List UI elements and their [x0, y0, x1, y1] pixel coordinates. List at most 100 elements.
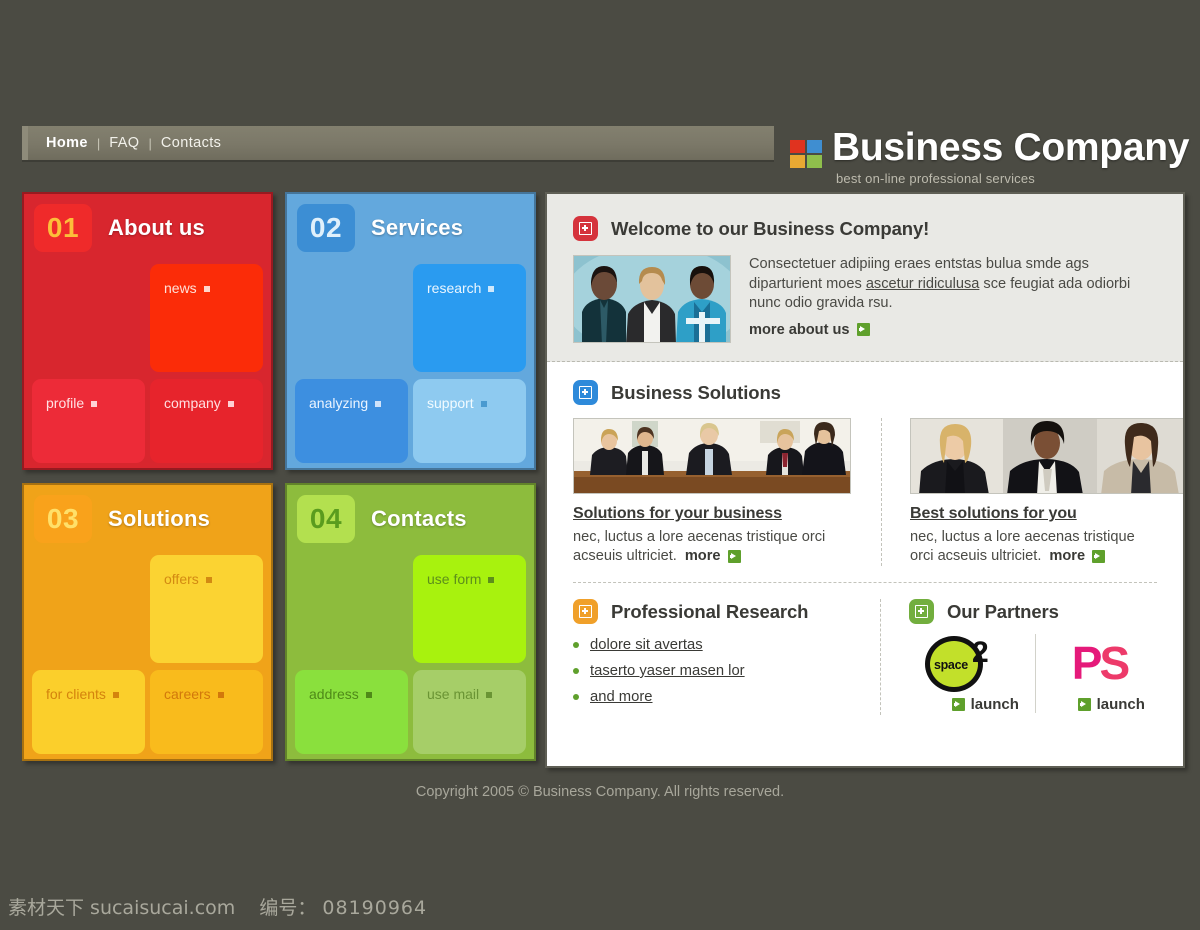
logo-square-blue [807, 140, 822, 153]
professional-research-section: Professional Research dolore sit avertas… [573, 599, 850, 715]
top-navigation-bar: Home | FAQ | Contacts [22, 126, 774, 160]
watermark: 素材天下 sucaisucai.com 编号： 08190964 [8, 893, 427, 920]
solution-heading-1[interactable]: Solutions for your business [573, 505, 851, 523]
list-item: dolore sit avertas [573, 637, 850, 653]
nav-link-home[interactable]: Home [46, 135, 88, 151]
tile-label: research [427, 280, 482, 296]
research-link-1[interactable]: dolore sit avertas [590, 637, 703, 653]
nav-link-contacts[interactable]: Contacts [161, 135, 221, 151]
tile-research[interactable]: research [413, 264, 526, 372]
ps-logo[interactable]: PS [1054, 634, 1145, 694]
plus-box-icon [908, 599, 934, 624]
nav-separator: | [148, 135, 152, 151]
tile-news[interactable]: news [150, 264, 263, 372]
panel-header: 04 Contacts [297, 495, 467, 543]
partner-space2: space 2 launch [909, 634, 1019, 713]
tile-label: profile [46, 395, 85, 411]
solution-heading-2[interactable]: Best solutions for you [910, 505, 1159, 523]
bullet-icon [573, 642, 579, 648]
nav-link-faq[interactable]: FAQ [109, 135, 139, 151]
more-about-us-link[interactable]: more about us [749, 322, 870, 338]
bullet-icon [573, 694, 579, 700]
list-item: taserto yaser masen lor [573, 663, 850, 679]
tile-analyzing[interactable]: analyzing [295, 379, 408, 463]
tile-label: use mail [427, 686, 480, 702]
brand-logo[interactable]: Business Company best on-line profession… [790, 121, 1189, 186]
watermark-id-label: 编号： [259, 897, 317, 919]
launch-link-ps[interactable]: launch [1054, 696, 1145, 713]
space2-logo[interactable]: space 2 [924, 634, 1003, 694]
tile-use-form[interactable]: use form [413, 555, 526, 663]
panel-number-badge: 04 [297, 495, 355, 543]
launch-link-space2[interactable]: launch [909, 696, 1019, 713]
tile-use-mail[interactable]: use mail [413, 670, 526, 754]
arrow-right-icon [1077, 698, 1091, 711]
tile-dot-icon [365, 692, 372, 698]
tile-dot-icon [375, 401, 382, 407]
tile-company[interactable]: company [150, 379, 263, 463]
watermark-site: 素材天下 sucaisucai.com [8, 897, 236, 919]
tile-label: support [427, 395, 474, 411]
tile-profile[interactable]: profile [32, 379, 145, 463]
welcome-header: Welcome to our Business Company! [573, 216, 1157, 241]
tile-dot-icon [203, 286, 210, 292]
site-header: Home | FAQ | Contacts Business Company b… [0, 118, 1200, 186]
solution-more-label-2: more [1049, 548, 1086, 564]
panel-header: 03 Solutions [34, 495, 210, 543]
tile-dot-icon [205, 577, 212, 583]
launch-label: launch [970, 696, 1019, 713]
tile-support[interactable]: support [413, 379, 526, 463]
tile-label: for clients [46, 686, 106, 702]
inline-link-ascetur[interactable]: ascetur ridiculusa [866, 276, 980, 292]
arrow-right-icon [727, 550, 741, 563]
tile-dot-icon [112, 692, 119, 698]
research-link-2[interactable]: taserto yaser masen lor [590, 663, 745, 679]
logo-square-red [790, 140, 805, 153]
nav-separator: | [96, 135, 101, 151]
solutions-photo-meeting [573, 418, 851, 494]
welcome-paragraph: Consectetuer adipiing eraes entstas bulu… [749, 255, 1157, 314]
arrow-right-icon [1092, 550, 1106, 563]
tile-offers[interactable]: offers [150, 555, 263, 663]
tile-label: address [309, 686, 359, 702]
tile-for-clients[interactable]: for clients [32, 670, 145, 754]
research-link-3[interactable]: and more [590, 689, 653, 705]
research-title: Professional Research [611, 600, 809, 622]
tile-dot-icon [227, 401, 234, 407]
solutions-title: Business Solutions [611, 381, 781, 403]
panel-services[interactable]: 02 Services research analyzing support [285, 192, 536, 470]
panel-number-badge: 03 [34, 495, 92, 543]
tile-label: company [164, 395, 221, 411]
solution-more-link-1[interactable]: more [685, 547, 741, 566]
more-about-us-label: more about us [749, 321, 850, 338]
partner-logo-row: space 2 launch PS launch [909, 634, 1157, 713]
tile-dot-icon [217, 692, 224, 698]
panel-about-us[interactable]: 01 About us news profile company [22, 192, 273, 470]
logo-squares-icon [790, 140, 824, 169]
panel-contacts[interactable]: 04 Contacts use form address use mail [285, 483, 536, 761]
partners-header: Our Partners [908, 599, 1157, 624]
tile-careers[interactable]: careers [150, 670, 263, 754]
tile-dot-icon [91, 401, 98, 407]
tile-address[interactable]: address [295, 670, 408, 754]
tile-label: analyzing [309, 395, 369, 411]
main-content-panel: Welcome to our Business Company! Consect… [545, 192, 1185, 768]
panel-title: Contacts [371, 506, 467, 531]
welcome-body: Consectetuer adipiing eraes entstas bulu… [573, 255, 1157, 343]
research-link-list: dolore sit avertas taserto yaser masen l… [573, 637, 850, 705]
solutions-photo-women [910, 418, 1183, 494]
panel-solutions[interactable]: 03 Solutions offers for clients careers [22, 483, 273, 761]
panel-header: 01 About us [34, 204, 205, 252]
logo-tagline: best on-line professional services [836, 171, 1036, 186]
panel-title: Services [371, 215, 464, 240]
ps-letter-p: P [1071, 637, 1103, 689]
solution-text-2: nec, luctus a lore aecenas tristique orc… [910, 529, 1135, 566]
panel-title: About us [108, 215, 205, 240]
business-solutions-section: Business Solutions Solutions for your bu… [547, 362, 1183, 566]
tile-dot-icon [488, 286, 495, 292]
solution-more-label-1: more [684, 548, 721, 564]
welcome-section: Welcome to our Business Company! Consect… [547, 194, 1183, 362]
welcome-title: Welcome to our Business Company! [611, 217, 930, 239]
tile-dot-icon [486, 692, 493, 698]
solution-more-link-2[interactable]: more [1049, 547, 1106, 566]
